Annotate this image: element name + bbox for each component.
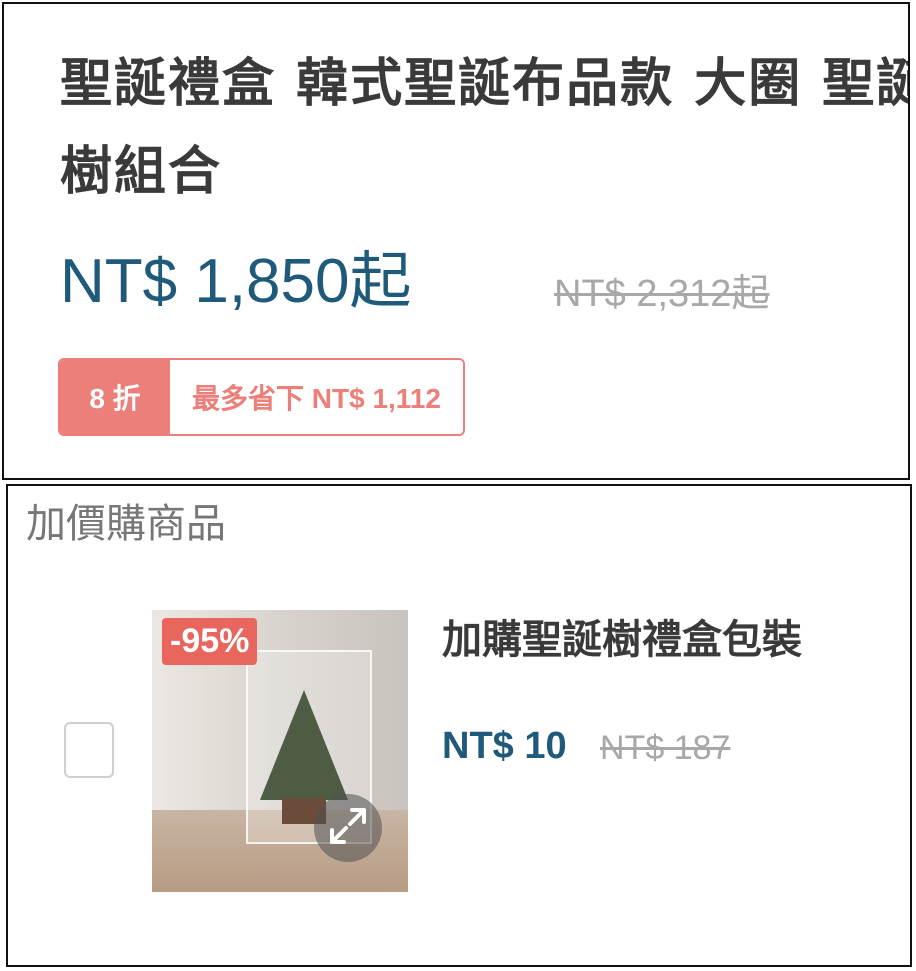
product-info-panel: 聖誕禮盒 韓式聖誕布品款 大圈 聖誕樹組合 NT$ 1,850起 NT$ 2,3… [2, 2, 910, 480]
addon-original-price: NT$ 187 [600, 729, 731, 767]
expand-arrows-icon [326, 804, 370, 852]
product-original-price: NT$ 2,312起 [554, 273, 770, 315]
addon-price: NT$ 10 [442, 725, 567, 767]
expand-image-button[interactable] [314, 794, 382, 862]
savings-label: 最多省下 NT$ 1,112 [170, 360, 463, 434]
discount-badge: 8 折 最多省下 NT$ 1,112 [58, 358, 465, 436]
thumbnail-tree [260, 690, 348, 800]
addon-section-title: 加價購商品 [26, 501, 226, 547]
product-price: NT$ 1,850起 [60, 247, 412, 316]
addon-name[interactable]: 加購聖誕樹禮盒包裝 [442, 610, 802, 670]
addon-discount-tag: -95% [162, 618, 258, 665]
addon-panel: 加價購商品 -95% 加購聖誕樹禮盒包裝 NT$ 10 NT$ 187 [6, 484, 912, 967]
addon-thumbnail[interactable]: -95% [152, 610, 408, 892]
discount-rate-label: 8 折 [60, 360, 170, 434]
product-title: 聖誕禮盒 韓式聖誕布品款 大圈 聖誕樹組合 [60, 54, 910, 202]
addon-checkbox[interactable] [64, 722, 114, 778]
